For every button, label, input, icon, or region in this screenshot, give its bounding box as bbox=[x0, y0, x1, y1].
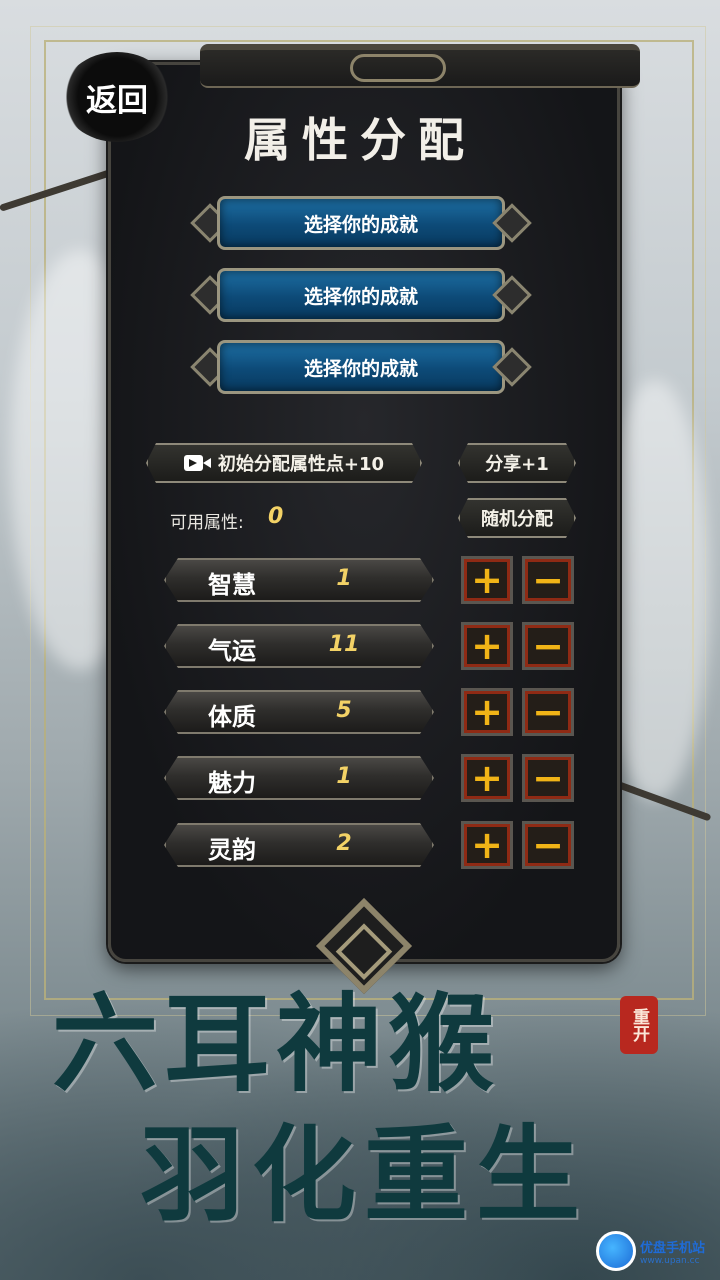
stat-name: 体质 bbox=[208, 703, 256, 731]
constitution-minus-button[interactable]: − bbox=[522, 688, 574, 736]
luck-plus-button[interactable]: + bbox=[461, 622, 513, 670]
watermark-logo-icon bbox=[596, 1231, 636, 1271]
stat-row-charm: 魅力 1 bbox=[164, 756, 434, 800]
stat-name: 智慧 bbox=[208, 571, 256, 599]
stat-value: 5 bbox=[336, 698, 352, 723]
page-title: 属性分配 bbox=[244, 113, 476, 167]
luck-minus-button[interactable]: − bbox=[522, 622, 574, 670]
stat-value: 11 bbox=[328, 632, 360, 657]
constitution-plus-button[interactable]: + bbox=[461, 688, 513, 736]
site-watermark: 优盘手机站 www.upan.cc bbox=[596, 1228, 714, 1274]
slogan-line-2: 羽化重生 bbox=[140, 1113, 589, 1236]
plus-icon: + bbox=[471, 756, 503, 800]
stat-value: 1 bbox=[336, 566, 352, 591]
stat-bar bbox=[164, 823, 434, 867]
wisdom-plus-button[interactable]: + bbox=[461, 556, 513, 604]
charm-plus-button[interactable]: + bbox=[461, 754, 513, 802]
stat-row-wisdom: 智慧 1 bbox=[164, 558, 434, 602]
random-allocate-button[interactable]: 随机分配 bbox=[458, 498, 576, 538]
share-label: 分享+1 bbox=[485, 454, 549, 475]
stat-bar bbox=[164, 756, 434, 800]
watermark-url: www.upan.cc bbox=[640, 1255, 700, 1266]
stat-bar bbox=[164, 558, 434, 602]
achievement-slot-3: 选择你的成就 bbox=[190, 338, 532, 396]
video-camera-icon bbox=[184, 453, 212, 473]
panel-top-ornament bbox=[200, 44, 640, 88]
plus-icon: + bbox=[471, 823, 503, 867]
plus-icon: + bbox=[471, 690, 503, 734]
ornament-knot bbox=[350, 54, 446, 82]
choose-achievement-button-1[interactable]: 选择你的成就 bbox=[217, 196, 505, 250]
back-button[interactable]: 返回 bbox=[62, 52, 172, 142]
initial-points-label: 初始分配属性点+10 bbox=[217, 454, 385, 475]
stat-name: 气运 bbox=[208, 637, 256, 665]
random-allocate-label: 随机分配 bbox=[481, 509, 553, 530]
red-seal-stamp: 重开 bbox=[620, 996, 658, 1054]
available-points-label: 可用属性: bbox=[170, 513, 244, 533]
stat-name: 灵韵 bbox=[208, 836, 256, 864]
stat-row-luck: 气运 11 bbox=[164, 624, 434, 668]
minus-icon: − bbox=[532, 624, 564, 668]
watermark-text: 优盘手机站 bbox=[640, 1240, 706, 1256]
minus-icon: − bbox=[532, 756, 564, 800]
available-points-value: 0 bbox=[268, 504, 284, 529]
slogan-line-1: 六耳神猴 bbox=[52, 981, 500, 1106]
stat-bar bbox=[164, 624, 434, 668]
choose-achievement-button-3[interactable]: 选择你的成就 bbox=[217, 340, 505, 394]
share-button[interactable]: 分享+1 bbox=[458, 443, 576, 483]
minus-icon: − bbox=[532, 690, 564, 734]
wisdom-minus-button[interactable]: − bbox=[522, 556, 574, 604]
plus-icon: + bbox=[471, 624, 503, 668]
charm-minus-button[interactable]: − bbox=[522, 754, 574, 802]
stat-value: 2 bbox=[336, 831, 352, 856]
stat-row-spirit: 灵韵 2 bbox=[164, 823, 434, 867]
stat-bar bbox=[164, 690, 434, 734]
spirit-minus-button[interactable]: − bbox=[522, 821, 574, 869]
stat-value: 1 bbox=[336, 764, 352, 789]
stat-row-constitution: 体质 5 bbox=[164, 690, 434, 734]
choose-achievement-button-2[interactable]: 选择你的成就 bbox=[217, 268, 505, 322]
minus-icon: − bbox=[532, 558, 564, 602]
achievement-slot-1: 选择你的成就 bbox=[190, 194, 532, 252]
plus-icon: + bbox=[471, 558, 503, 602]
spirit-plus-button[interactable]: + bbox=[461, 821, 513, 869]
achievement-slot-2: 选择你的成就 bbox=[190, 266, 532, 324]
stat-name: 魅力 bbox=[208, 769, 256, 797]
minus-icon: − bbox=[532, 823, 564, 867]
initial-points-button[interactable]: 初始分配属性点+10 bbox=[146, 443, 422, 483]
